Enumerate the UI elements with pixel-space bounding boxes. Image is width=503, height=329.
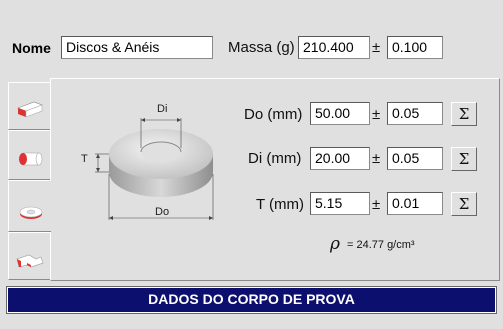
do-dimension-label: Do <box>155 206 170 218</box>
di-plus-minus: ± <box>372 150 381 167</box>
do-sigma-button[interactable]: Σ <box>451 102 477 126</box>
tab-block[interactable] <box>8 82 50 130</box>
massa-input[interactable]: 210.400 <box>298 36 370 59</box>
massa-plus-minus: ± <box>372 39 381 56</box>
nome-input[interactable]: Discos & Anéis <box>61 36 213 59</box>
cylinder-shape-icon <box>19 152 43 166</box>
massa-label: Massa (g) <box>228 39 295 56</box>
ring-diagram <box>95 118 214 220</box>
block-shape-icon <box>17 101 43 118</box>
do-plus-minus: ± <box>372 106 381 123</box>
tab-irregular[interactable] <box>8 232 50 280</box>
t-plus-minus: ± <box>372 196 381 213</box>
t-label: T (mm) <box>256 196 305 213</box>
di-label: Di (mm) <box>248 150 302 167</box>
di-sigma-button[interactable]: Σ <box>451 147 477 171</box>
do-input[interactable]: 50.00 <box>310 102 370 125</box>
t-sigma-button[interactable]: Σ <box>451 192 477 216</box>
t-tolerance-input[interactable]: 0.01 <box>387 192 443 215</box>
nome-label: Nome <box>12 40 51 56</box>
massa-tolerance-input[interactable]: 0.100 <box>387 36 443 59</box>
do-label: Do (mm) <box>244 106 303 123</box>
do-tolerance-input[interactable]: 0.05 <box>387 102 443 125</box>
ring-shape-icon <box>19 206 43 219</box>
density-symbol: ρ <box>330 234 340 254</box>
tab-ring[interactable] <box>8 180 51 232</box>
irregular-shape-icon <box>16 254 44 268</box>
t-input[interactable]: 5.15 <box>310 192 370 215</box>
di-dimension-label: Di <box>157 103 168 115</box>
density-value: = 24.77 g/cm³ <box>347 239 415 251</box>
di-input[interactable]: 20.00 <box>310 147 370 170</box>
tab-cylinder[interactable] <box>8 130 50 180</box>
footer-title-bar: DADOS DO CORPO DE PROVA <box>6 286 497 314</box>
t-dimension-label: T <box>81 153 88 165</box>
di-tolerance-input[interactable]: 0.05 <box>387 147 443 170</box>
